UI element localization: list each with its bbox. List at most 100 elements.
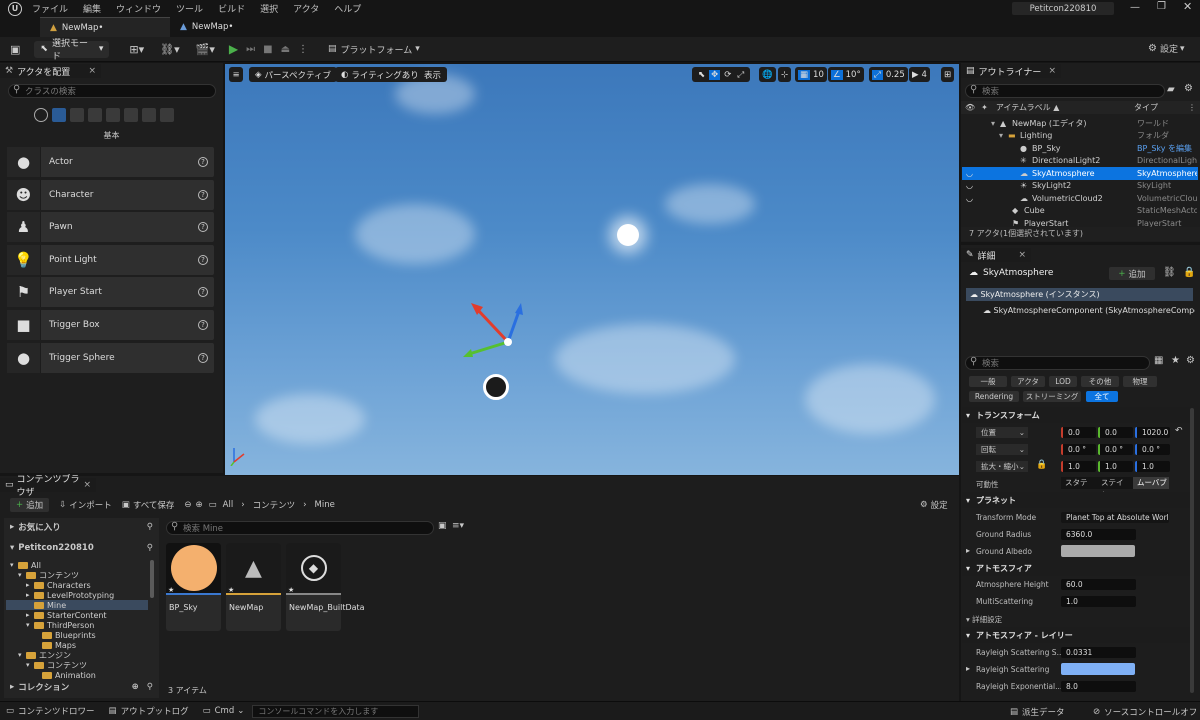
close-icon[interactable]: ✕: [1183, 0, 1192, 13]
scale-dropdown[interactable]: 拡大・縮小 ⌄: [976, 461, 1028, 472]
settings-icon[interactable]: ⚙: [1186, 355, 1195, 366]
cinematic-icon[interactable]: [106, 108, 120, 122]
folder-tree-item[interactable]: ▾ エンジン: [6, 650, 148, 660]
search-icon[interactable]: ⚲: [147, 682, 153, 692]
maximize-viewport-button[interactable]: ⊞: [941, 67, 955, 82]
folder-tree-item[interactable]: Mine: [6, 600, 148, 610]
pin-icon[interactable]: ✦: [981, 103, 988, 112]
visibility-icon[interactable]: ◡: [966, 194, 973, 203]
location-z-field[interactable]: 1020.0: [1135, 427, 1170, 438]
search-icon[interactable]: ⚲: [147, 522, 153, 532]
rayleigh-scattering-swatch[interactable]: [1061, 663, 1135, 675]
import-button[interactable]: ⇩ インポート: [59, 499, 112, 511]
mobility-movable[interactable]: ムーバブ: [1133, 477, 1169, 489]
unreal-logo-icon[interactable]: U: [8, 1, 22, 16]
blueprint-icon[interactable]: ⛓: [1163, 267, 1176, 278]
visibility-icon[interactable]: ◡: [966, 169, 973, 178]
forward-icon[interactable]: ⊕: [196, 500, 203, 510]
menu-actor[interactable]: アクタ: [293, 2, 319, 15]
location-y-field[interactable]: 0.0: [1098, 427, 1133, 438]
section-transform[interactable]: ▾ トランスフォーム: [962, 407, 1190, 423]
menu-select[interactable]: 選択: [260, 2, 278, 15]
menu-file[interactable]: ファイル: [32, 2, 68, 15]
outliner-row[interactable]: ✳ DirectionalLight2 DirectionalLight: [962, 155, 1198, 168]
filter-icon[interactable]: ≡▾: [452, 521, 464, 531]
settings-icon[interactable]: ⚙: [1184, 83, 1193, 94]
ground-albedo-swatch[interactable]: [1061, 545, 1135, 557]
section-planet[interactable]: ▾ プラネット: [962, 492, 1190, 508]
scale-y-field[interactable]: 1.0: [1098, 461, 1133, 472]
rayleigh-scale-field[interactable]: 0.0331: [1061, 647, 1136, 658]
scale-x-field[interactable]: 1.0: [1061, 461, 1096, 472]
chevron-right-icon[interactable]: ▸: [966, 546, 970, 555]
y-axis-arrow[interactable]: [468, 340, 509, 356]
details-search-input[interactable]: 検索: [965, 356, 1150, 370]
folder-tree-item[interactable]: ▸ Characters: [6, 580, 148, 590]
scale-z-field[interactable]: 1.0: [1135, 461, 1170, 472]
minimize-icon[interactable]: —: [1130, 2, 1140, 13]
chevron-down-icon[interactable]: ▾: [991, 119, 995, 128]
breadcrumb-mine[interactable]: Mine: [315, 500, 335, 510]
rotation-x-field[interactable]: 0.0 °: [1061, 444, 1096, 455]
play-options-icon[interactable]: ⋮: [298, 44, 308, 55]
outliner-row[interactable]: ◡ ☁ VolumetricCloud2 VolumetricCloud: [962, 192, 1198, 205]
shapes-icon[interactable]: [88, 108, 102, 122]
light-icon[interactable]: [70, 108, 84, 122]
component-instance-row[interactable]: ☁ SkyAtmosphere (インスタンス): [966, 288, 1193, 301]
favorite-star-icon[interactable]: ★: [168, 586, 174, 594]
mobility-static[interactable]: スタティ:: [1061, 477, 1097, 499]
actor-item[interactable]: ♟ Pawn?: [7, 212, 214, 243]
angle-snap-button[interactable]: ∠ 10°: [828, 67, 864, 82]
folder-tree-item[interactable]: Maps: [6, 640, 148, 650]
lock-icon[interactable]: 🔒: [1183, 267, 1195, 278]
basic-shapes-icon[interactable]: [52, 108, 66, 122]
help-icon[interactable]: ?: [198, 254, 208, 265]
world-space-button[interactable]: 🌐: [759, 67, 776, 82]
close-tab-icon[interactable]: ×: [83, 480, 91, 490]
volumes-icon[interactable]: [142, 108, 156, 122]
actor-item[interactable]: ☻ Character?: [7, 179, 214, 210]
search-icon[interactable]: ⚲: [147, 543, 153, 553]
visual-effects-icon[interactable]: [124, 108, 138, 122]
grid-snap-button[interactable]: ▦ 10: [795, 67, 827, 82]
outliner-search-input[interactable]: 検索: [965, 84, 1165, 98]
folder-tree-item[interactable]: ▸ StarterContent: [6, 610, 148, 620]
category-filter-button[interactable]: LOD: [1049, 376, 1077, 387]
actor-item[interactable]: ● Trigger Sphere?: [7, 342, 214, 373]
project-header[interactable]: ▾ Petitcon220810 ⚲: [6, 541, 157, 555]
favorites-header[interactable]: ▸ お気に入り ⚲: [6, 520, 157, 534]
cmd-button[interactable]: ▭ Cmd ⌄: [203, 706, 245, 716]
advanced-toggle[interactable]: ▾ 詳細設定: [966, 614, 1002, 625]
transform-gizmo[interactable]: [455, 299, 525, 359]
menu-tools[interactable]: ツール: [176, 2, 203, 15]
favorite-icon[interactable]: ★: [1171, 355, 1180, 366]
menu-build[interactable]: ビルド: [218, 2, 245, 15]
menu-help[interactable]: ヘルプ: [334, 2, 361, 15]
favorite-star-icon[interactable]: ★: [288, 586, 294, 594]
add-collection-icon[interactable]: ⊕: [132, 682, 139, 692]
help-icon[interactable]: ?: [198, 352, 208, 363]
type-column[interactable]: タイプ: [1134, 102, 1158, 113]
perspective-button[interactable]: ◈ パースペクティブ: [249, 67, 338, 82]
asset-tile[interactable]: ▲ ★ NewMap: [226, 543, 281, 631]
select-mode-button[interactable]: ⬉ 選択モード ▾: [34, 39, 110, 62]
table-view-icon[interactable]: ▦: [1154, 355, 1163, 366]
folder-add-icon[interactable]: ▰: [1167, 84, 1175, 95]
details-tab[interactable]: ✎ 詳細 ×: [961, 248, 1031, 262]
level-viewport[interactable]: ≡ ◈ パースペクティブ ◐ ライティングあり 表示 ⬉ ✥ ⟳ ⤢ 🌐 ⊹ ▦ 10…: [225, 64, 959, 475]
rayleigh-exponential-field[interactable]: 8.0: [1061, 681, 1136, 692]
collections-header[interactable]: ▸ コレクション ⊕ ⚲: [6, 680, 157, 694]
menu-window[interactable]: ウィンドウ: [116, 2, 161, 15]
outliner-row[interactable]: ◆ Cube StaticMeshActor: [962, 205, 1198, 218]
recent-icon[interactable]: [34, 108, 48, 122]
class-search-input[interactable]: クラスの検索: [8, 84, 216, 98]
favorite-star-icon[interactable]: ★: [228, 586, 234, 594]
help-icon[interactable]: ?: [198, 320, 208, 330]
help-icon[interactable]: ?: [198, 222, 208, 233]
asset-tile[interactable]: ★ BP_Sky: [166, 543, 221, 631]
step-icon[interactable]: ⏭: [246, 44, 255, 55]
outliner-row[interactable]: ● BP_Sky BP_Sky を編集: [962, 142, 1198, 155]
item-label-column[interactable]: アイテムラベル ▲: [996, 102, 1060, 113]
location-dropdown[interactable]: 位置 ⌄: [976, 427, 1028, 438]
section-atmosphere[interactable]: ▾ アトモスフィア: [962, 560, 1190, 576]
